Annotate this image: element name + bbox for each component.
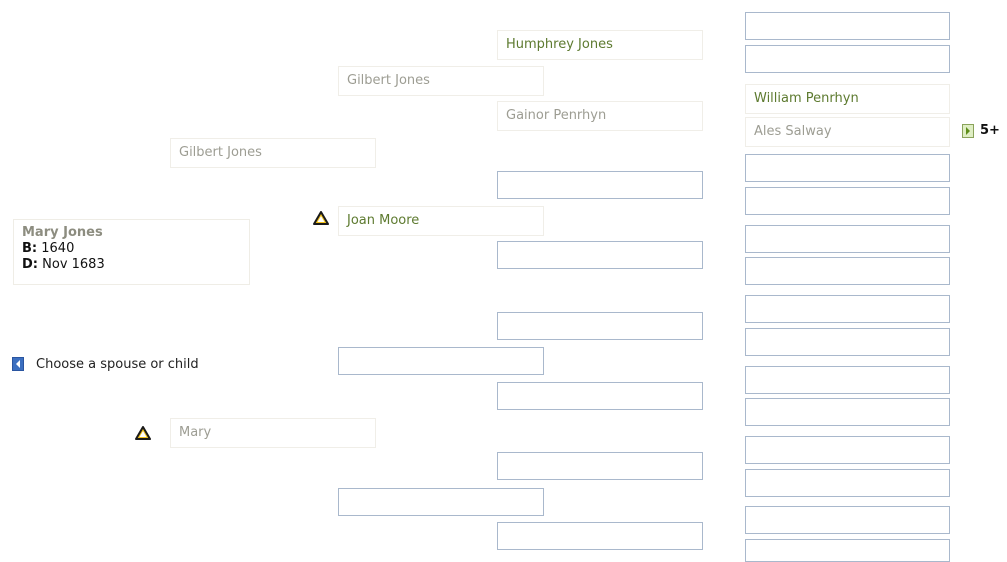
empty-ancestor-box[interactable] bbox=[497, 452, 703, 480]
paternal-grandfather-box[interactable]: Gilbert Jones bbox=[338, 66, 544, 96]
choose-spouse-or-child-link[interactable]: Choose a spouse or child bbox=[36, 357, 199, 372]
empty-ancestor-box[interactable] bbox=[338, 488, 544, 516]
empty-ancestor-box[interactable] bbox=[745, 506, 950, 534]
empty-ancestor-box[interactable] bbox=[745, 45, 950, 73]
more-generations-label[interactable]: 5+ bbox=[980, 123, 1000, 138]
gen5-father-box[interactable]: William Penrhyn bbox=[745, 84, 950, 114]
focus-person-birth: B: 1640 bbox=[22, 241, 241, 257]
empty-ancestor-box[interactable] bbox=[745, 225, 950, 253]
paternal-gg-father-box[interactable]: Humphrey Jones bbox=[497, 30, 703, 60]
birth-value: 1640 bbox=[41, 241, 75, 256]
paternal-gg-mother-box[interactable]: Gainor Penrhyn bbox=[497, 101, 703, 131]
empty-ancestor-box[interactable] bbox=[497, 522, 703, 550]
warning-icon[interactable] bbox=[135, 425, 151, 441]
empty-ancestor-box[interactable] bbox=[745, 295, 950, 323]
paternal-grandmother-box[interactable]: Joan Moore bbox=[338, 206, 544, 236]
focus-person-card[interactable]: Mary Jones B: 1640 D: Nov 1683 bbox=[13, 219, 250, 285]
empty-ancestor-box[interactable] bbox=[745, 469, 950, 497]
death-value: Nov 1683 bbox=[42, 257, 105, 272]
empty-ancestor-box[interactable] bbox=[745, 257, 950, 285]
empty-ancestor-box[interactable] bbox=[745, 539, 950, 562]
back-arrow-icon[interactable] bbox=[12, 357, 24, 371]
empty-ancestor-box[interactable] bbox=[745, 187, 950, 215]
warning-icon[interactable] bbox=[313, 210, 329, 226]
empty-ancestor-box[interactable] bbox=[745, 328, 950, 356]
focus-person-death: D: Nov 1683 bbox=[22, 257, 241, 273]
empty-ancestor-box[interactable] bbox=[338, 347, 544, 375]
empty-ancestor-box[interactable] bbox=[745, 12, 950, 40]
empty-ancestor-box[interactable] bbox=[497, 241, 703, 269]
empty-ancestor-box[interactable] bbox=[497, 171, 703, 199]
empty-ancestor-box[interactable] bbox=[745, 398, 950, 426]
focus-person-name: Mary Jones bbox=[22, 225, 103, 240]
birth-label: B: bbox=[22, 241, 38, 256]
gen5-mother-box[interactable]: Ales Salway bbox=[745, 117, 950, 147]
father-box[interactable]: Gilbert Jones bbox=[170, 138, 376, 168]
empty-ancestor-box[interactable] bbox=[745, 154, 950, 182]
empty-ancestor-box[interactable] bbox=[745, 366, 950, 394]
expand-more-generations-icon[interactable] bbox=[962, 124, 974, 138]
empty-ancestor-box[interactable] bbox=[497, 382, 703, 410]
empty-ancestor-box[interactable] bbox=[497, 312, 703, 340]
death-label: D: bbox=[22, 257, 38, 272]
mother-box[interactable]: Mary bbox=[170, 418, 376, 448]
empty-ancestor-box[interactable] bbox=[745, 436, 950, 464]
